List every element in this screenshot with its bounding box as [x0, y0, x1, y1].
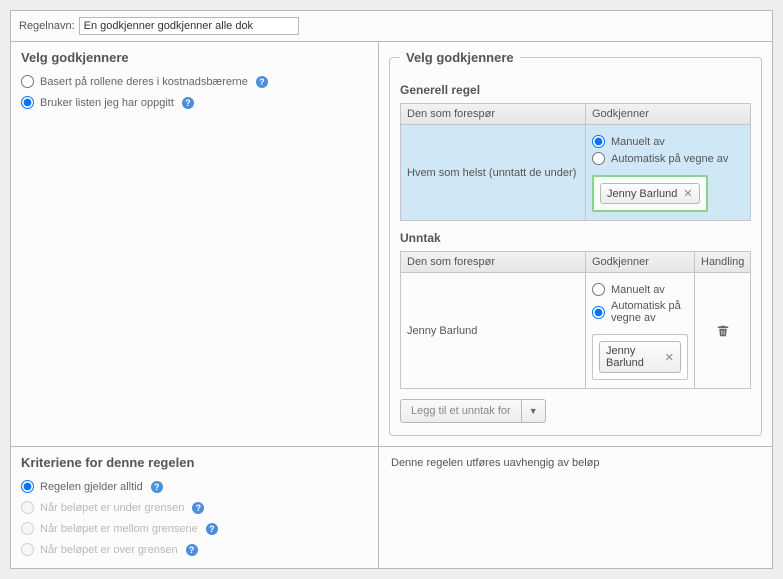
manual-label: Manuelt av — [611, 136, 665, 148]
approver-tag-highlighted[interactable]: Jenny Barlund ✕ — [592, 175, 708, 212]
criteria-under-radio — [21, 501, 34, 514]
option-list-radio[interactable] — [21, 96, 34, 109]
col-requester-header: Den som forespør — [401, 104, 586, 124]
criteria-title: Kriteriene for denne regelen — [11, 447, 378, 476]
criteria-under-label: Når beløpet er under grensen — [40, 502, 184, 514]
general-rule-row: Hvem som helst (unntatt de under) Manuel… — [400, 125, 751, 221]
select-approvers-title: Velg godkjennere — [11, 42, 378, 71]
criteria-always-radio[interactable] — [21, 480, 34, 493]
criteria-always[interactable]: Regelen gjelder alltid ? — [11, 476, 378, 497]
trash-icon[interactable] — [717, 325, 729, 337]
help-icon[interactable]: ? — [206, 523, 218, 535]
select-approvers-panel: Velg godkjennere Basert på rollene deres… — [11, 42, 379, 446]
criteria-description: Denne regelen utføres uavhengig av beløp — [379, 447, 772, 568]
exc-col-requester-header: Den som forespør — [401, 252, 586, 272]
requester-anyone: Hvem som helst (unntatt de under) — [401, 125, 586, 220]
approver-cell: Manuelt av Automatisk på vegne av Jenny … — [586, 125, 750, 220]
exc-requester: Jenny Barlund — [401, 273, 586, 388]
criteria-panel: Kriteriene for denne regelen Regelen gje… — [11, 447, 379, 568]
general-rule-title: Generell regel — [400, 83, 751, 97]
manual-option[interactable]: Manuelt av — [592, 133, 744, 150]
manual-radio[interactable] — [592, 135, 605, 148]
option-roles[interactable]: Basert på rollene deres i kostnadsbærern… — [11, 71, 378, 92]
auto-label: Automatisk på vegne av — [611, 153, 728, 165]
exc-approver-tag-box[interactable]: Jenny Barlund ✕ — [592, 334, 688, 380]
bottom-row: Kriteriene for denne regelen Regelen gje… — [11, 447, 772, 568]
main-row: Velg godkjennere Basert på rollene deres… — [11, 42, 772, 447]
exc-approver-tag[interactable]: Jenny Barlund ✕ — [599, 341, 681, 373]
remove-tag-icon[interactable]: ✕ — [683, 187, 692, 200]
help-icon[interactable]: ? — [186, 544, 198, 556]
exceptions-grid-header: Den som forespør Godkjenner Handling — [400, 251, 751, 273]
exc-col-action-header: Handling — [695, 252, 750, 272]
exc-manual-option[interactable]: Manuelt av — [592, 281, 688, 298]
exc-tag-label: Jenny Barlund — [606, 345, 659, 369]
option-list[interactable]: Bruker listen jeg har oppgitt ? — [11, 92, 378, 113]
approvers-legend: Velg godkjennere — [400, 50, 520, 65]
help-icon[interactable]: ? — [182, 97, 194, 109]
exc-auto-label: Automatisk på vegne av — [611, 300, 688, 324]
criteria-over-radio — [21, 543, 34, 556]
exc-auto-option[interactable]: Automatisk på vegne av — [592, 298, 688, 326]
exc-manual-label: Manuelt av — [611, 284, 665, 296]
col-approver-header: Godkjenner — [586, 104, 730, 124]
criteria-under[interactable]: Når beløpet er under grensen ? — [11, 497, 378, 518]
criteria-over-label: Når beløpet er over grensen — [40, 544, 178, 556]
exc-col-approver-header: Godkjenner — [586, 252, 695, 272]
add-exception: Legg til et unntak for ▼ — [400, 399, 751, 423]
option-list-label: Bruker listen jeg har oppgitt — [40, 97, 174, 109]
auto-radio[interactable] — [592, 152, 605, 165]
option-roles-label: Basert på rollene deres i kostnadsbærern… — [40, 76, 248, 88]
approvers-fieldset: Velg godkjennere Generell regel Den som … — [389, 50, 762, 436]
general-grid-header: Den som forespør Godkjenner — [400, 103, 751, 125]
rule-name-label: Regelnavn: — [19, 20, 75, 32]
exceptions-title: Unntak — [400, 231, 751, 245]
approver-tag[interactable]: Jenny Barlund ✕ — [600, 183, 700, 204]
remove-tag-icon[interactable]: ✕ — [665, 351, 674, 364]
criteria-between-radio — [21, 522, 34, 535]
exc-manual-radio[interactable] — [592, 283, 605, 296]
approvers-config-panel: Velg godkjennere Generell regel Den som … — [379, 42, 772, 446]
rule-form: Regelnavn: Velg godkjennere Basert på ro… — [10, 10, 773, 569]
criteria-between-label: Når beløpet er mellom grensene — [40, 523, 198, 535]
help-icon[interactable]: ? — [192, 502, 204, 514]
exc-auto-radio[interactable] — [592, 306, 605, 319]
add-exception-dropdown[interactable]: ▼ — [522, 399, 546, 423]
criteria-over[interactable]: Når beløpet er over grensen ? — [11, 539, 378, 560]
rule-name-input[interactable] — [79, 17, 299, 35]
add-exception-button[interactable]: Legg til et unntak for — [400, 399, 522, 423]
exception-row: Jenny Barlund Manuelt av Automatisk på v… — [400, 273, 751, 389]
top-row: Regelnavn: — [11, 11, 772, 42]
option-roles-radio[interactable] — [21, 75, 34, 88]
criteria-between[interactable]: Når beløpet er mellom grensene ? — [11, 518, 378, 539]
help-icon[interactable]: ? — [256, 76, 268, 88]
tag-label: Jenny Barlund — [607, 188, 677, 200]
criteria-always-label: Regelen gjelder alltid — [40, 481, 143, 493]
help-icon[interactable]: ? — [151, 481, 163, 493]
exc-action-cell — [695, 273, 750, 388]
exc-approver-cell: Manuelt av Automatisk på vegne av Jenny … — [586, 273, 695, 388]
auto-option[interactable]: Automatisk på vegne av — [592, 150, 744, 167]
